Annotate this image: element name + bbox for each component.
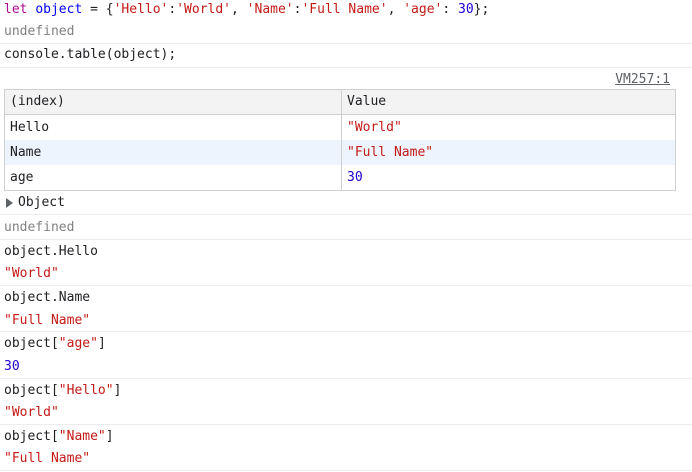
code-text: ] xyxy=(113,383,122,398)
console-input-line: object["Name"] xyxy=(4,427,692,447)
table-row: Hello "World" xyxy=(5,115,675,140)
code-punct: , xyxy=(231,2,247,17)
string-key: 'Name' xyxy=(246,2,294,17)
string-key: "age" xyxy=(58,336,98,351)
table-header: (index) Value xyxy=(5,90,675,115)
string-key: 'Hello' xyxy=(113,2,169,17)
number-value: 30 xyxy=(458,2,474,17)
table-row: Name "Full Name" xyxy=(5,140,675,165)
code-text: object[ xyxy=(4,383,59,398)
divider xyxy=(0,239,692,240)
identifier-object: object xyxy=(35,2,83,17)
console-result: "Full Name" xyxy=(4,451,91,466)
object-expander-label[interactable]: Object xyxy=(18,193,65,213)
table-cell-value: 30 xyxy=(341,165,675,190)
console-input-line: object.Name xyxy=(4,290,91,305)
table-cell-index: age xyxy=(10,170,34,185)
console-input-line: console.table(object); xyxy=(4,47,177,62)
code-punct: , xyxy=(387,2,404,17)
console-input-line: object["age"] xyxy=(4,334,692,354)
divider xyxy=(0,43,692,44)
divider xyxy=(0,470,692,471)
column-header-index[interactable]: (index) xyxy=(5,90,341,114)
source-link[interactable]: VM257:1 xyxy=(615,71,670,89)
code-punct: = { xyxy=(82,2,114,17)
triangle-right-icon[interactable] xyxy=(6,198,13,208)
string-key: 'age' xyxy=(403,2,443,17)
console-table: (index) Value Hello "World" Name "Full N… xyxy=(4,89,676,191)
console-input-line: object.Hello xyxy=(4,244,98,259)
code-text: ] xyxy=(97,336,106,351)
console-result: "World" xyxy=(4,266,59,281)
divider xyxy=(0,424,692,425)
console-result: "World" xyxy=(4,405,59,420)
console-input-line: let object = {'Hello':'World', 'Name':'F… xyxy=(4,0,692,20)
table-cell-index: Hello xyxy=(10,120,50,135)
divider xyxy=(0,378,692,379)
divider xyxy=(0,214,692,215)
table-row: age 30 xyxy=(5,165,675,190)
table-cell-value: "World" xyxy=(341,115,675,140)
console-result: 30 xyxy=(4,359,20,374)
console-result: "Full Name" xyxy=(4,313,91,328)
string-value: 'World' xyxy=(176,2,232,17)
divider xyxy=(0,285,692,286)
string-value: 'Full Name' xyxy=(301,2,388,17)
console-input-line: object["Hello"] xyxy=(4,381,692,401)
divider xyxy=(0,67,692,68)
keyword-let: let xyxy=(4,2,28,17)
code-punct: : xyxy=(442,2,459,17)
code-text: object[ xyxy=(4,429,59,444)
table-cell-value: "Full Name" xyxy=(341,140,675,165)
column-header-value[interactable]: Value xyxy=(341,90,675,114)
code-punct: }; xyxy=(473,2,490,17)
string-key: "Hello" xyxy=(58,383,114,398)
undefined-result: undefined xyxy=(4,220,75,235)
code-text: ] xyxy=(105,429,114,444)
string-key: "Name" xyxy=(58,429,106,444)
code-text: object[ xyxy=(4,336,59,351)
undefined-result: undefined xyxy=(4,24,75,39)
table-cell-index: Name xyxy=(10,145,42,160)
divider xyxy=(0,331,692,332)
